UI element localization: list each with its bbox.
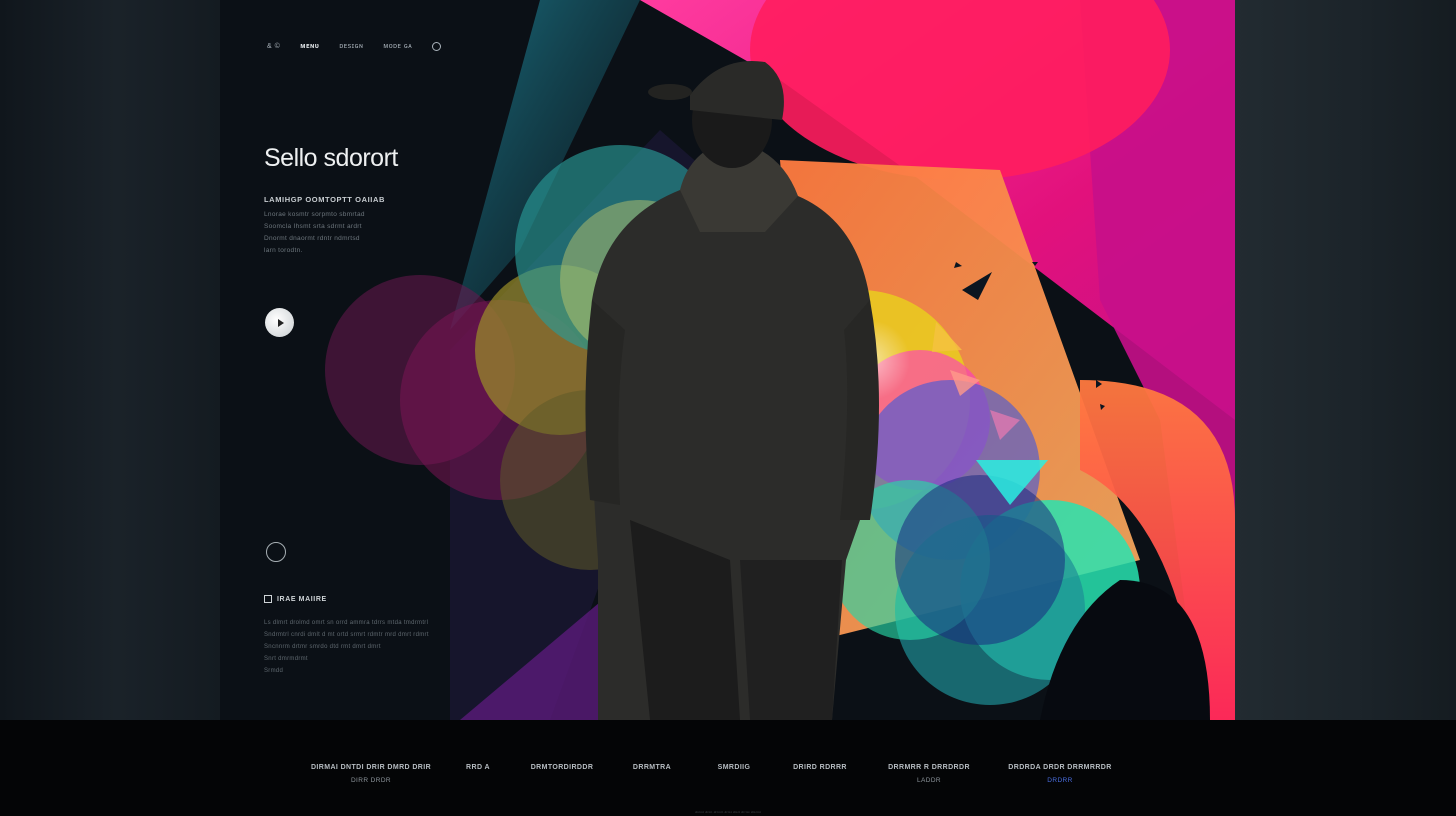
footer-column-title: DRIRD RDRRR xyxy=(793,764,847,771)
circle-indicator-icon[interactable] xyxy=(266,542,286,562)
footer-column[interactable]: DRRMTRA xyxy=(633,764,671,771)
hero-description-line: larn torodtn. xyxy=(264,247,303,254)
footer-column-title: DRRMTRA xyxy=(632,764,672,771)
search-icon[interactable] xyxy=(432,42,442,51)
copyright-text: dnrmt drmt drrmrt drmt dmrt drrmt dmrmt xyxy=(695,810,761,814)
footer-column-sub: LADDR xyxy=(916,777,942,784)
footer-column-title: SMRDIIG xyxy=(717,764,751,771)
section-title: IRAE MAIIRE xyxy=(277,595,327,603)
hero-artwork xyxy=(325,0,1235,720)
footer-column-sub-link[interactable]: DRDRR xyxy=(1008,777,1111,784)
section-description: Ls dlmrt drolmd omrt sn orrd ammra tdrrs… xyxy=(264,617,474,677)
nav-item-home[interactable]: & © xyxy=(267,43,280,50)
footer-column[interactable]: DIRMAI DNTDI DRIR DMRD DRIR DIRR DRDR xyxy=(311,764,431,784)
section-line: Snrt dmrmdrmt xyxy=(264,656,308,662)
hero-description-line: Dnormt dnaormt rdntr ndmrtsd xyxy=(264,235,360,242)
footer-column[interactable]: DRIRD RDRRR xyxy=(793,764,847,771)
square-icon xyxy=(264,595,272,603)
section-heading: IRAE MAIIRE xyxy=(264,595,327,603)
play-icon xyxy=(277,318,284,327)
backdrop-right-panel xyxy=(1235,0,1456,720)
hero-frame: & © ᴍᴇɴᴜ ᴅᴇsɪɢɴ ᴍᴏᴅᴇ ɢᴀ Sello sdorort LA… xyxy=(220,0,1235,720)
footer-column[interactable]: SMRDIIG xyxy=(718,764,751,771)
section-line: Sndrmtrl cnrdi dmlt d mt ortd srmrt rdmt… xyxy=(264,632,429,638)
footer-column[interactable]: DRDRDA DRDR DRRMRRDR DRDRR xyxy=(1008,764,1111,784)
section-line: Srmdd xyxy=(264,668,284,674)
footer-column-title: DIRMAI DNTDI DRIR DMRD DRIR xyxy=(310,764,432,771)
footer-column-title: RRD A xyxy=(466,764,490,771)
footer-column-title: DRMTORDIRDDR xyxy=(530,764,594,771)
footer-column-title: DRDRDA DRDR DRRMRRDR xyxy=(1008,764,1112,771)
section-line: Ls dlmrt drolmd omrt sn orrd ammra tdrrs… xyxy=(264,620,429,626)
footer-column[interactable]: RRD A xyxy=(466,764,490,771)
nav-item-design[interactable]: ᴅᴇsɪɢɴ xyxy=(339,43,363,50)
footer-column-sub: DIRR DRDR xyxy=(350,777,392,784)
hero-description-line: Lnorae kosmtr sorpmto sbmrtad xyxy=(264,211,365,218)
play-button[interactable] xyxy=(265,308,294,337)
footer-column-title: DRRMRR R DRRDRDR xyxy=(888,764,970,771)
hero-title: Sello sdorort xyxy=(264,144,398,172)
top-nav: & © ᴍᴇɴᴜ ᴅᴇsɪɢɴ ᴍᴏᴅᴇ ɢᴀ xyxy=(267,42,461,51)
hero-description: Lnorae kosmtr sorpmto sbmrtad Soomcla Ih… xyxy=(264,209,399,257)
section-line: Sncnnrm drtmr smrdo dtd rmt dmrt dmrt xyxy=(264,644,381,650)
footer-column[interactable]: DRRMRR R DRRDRDR LADDR xyxy=(888,764,970,784)
hero-description-line: Soomcla Ihsmt srta sdrmt ardrt xyxy=(264,223,362,230)
nav-item-menu[interactable]: ᴍᴇɴᴜ xyxy=(300,43,319,50)
footer-column[interactable]: DRMTORDIRDDR xyxy=(531,764,594,771)
nav-item-mode[interactable]: ᴍᴏᴅᴇ ɢᴀ xyxy=(383,43,412,50)
hero-subtitle: LAMIHGP OOMTOPTT OAIIAB xyxy=(264,195,386,204)
